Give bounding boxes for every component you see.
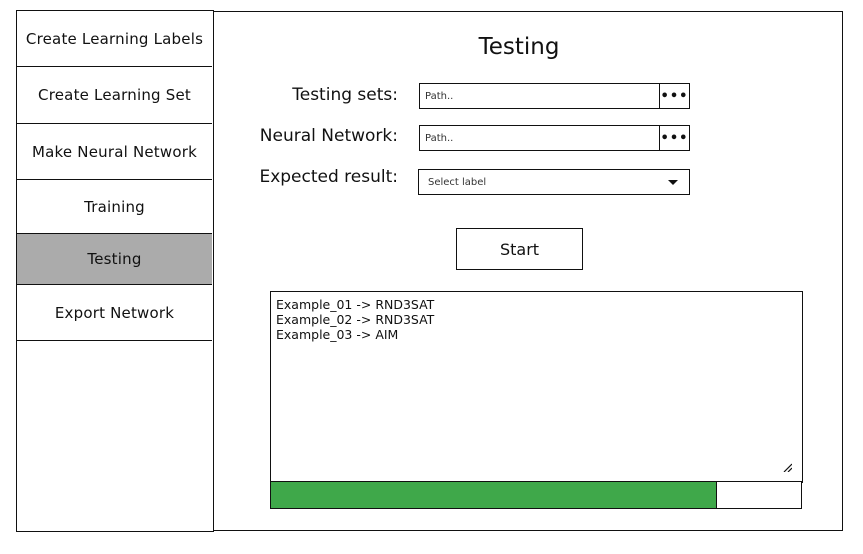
chevron-down-icon[interactable] xyxy=(668,179,678,185)
sidebar-item-make-neural-network[interactable]: Make Neural Network xyxy=(17,124,212,180)
sidebar-item-testing[interactable]: Testing xyxy=(17,234,212,285)
output-log[interactable]: Example_01 -> RND3SAT Example_02 -> RND3… xyxy=(270,291,803,483)
sidebar-item-create-learning-labels[interactable]: Create Learning Labels xyxy=(17,11,212,67)
sidebar-item-label: Training xyxy=(84,197,145,216)
testing-sets-label: Testing sets: xyxy=(292,85,398,105)
output-line: Example_01 -> RND3SAT xyxy=(276,297,435,312)
sidebar-item-export-network[interactable]: Export Network xyxy=(17,285,212,341)
sidebar-item-label: Create Learning Labels xyxy=(25,29,204,48)
sidebar: Create Learning Labels Create Learning S… xyxy=(16,10,214,532)
page-title: Testing xyxy=(478,34,560,60)
neural-network-field[interactable]: Path.. ••• xyxy=(419,125,690,151)
sidebar-item-create-learning-set[interactable]: Create Learning Set xyxy=(17,67,212,124)
resize-grip-icon[interactable] xyxy=(782,462,792,472)
sidebar-item-training[interactable]: Training xyxy=(17,180,212,234)
start-button[interactable]: Start xyxy=(456,228,583,270)
sidebar-item-label: Export Network xyxy=(54,303,175,322)
progress-bar xyxy=(270,481,802,509)
sidebar-item-label: Create Learning Set xyxy=(38,86,191,104)
testing-sets-value[interactable]: Path.. xyxy=(420,91,659,102)
progress-bar-fill xyxy=(271,482,718,508)
sidebar-item-label: Make Neural Network xyxy=(32,142,197,161)
output-line: Example_03 -> AIM xyxy=(276,327,399,342)
output-line: Example_02 -> RND3SAT xyxy=(276,312,435,327)
expected-result-selected: Select label xyxy=(428,176,487,188)
browse-testing-sets-button[interactable]: ••• xyxy=(659,84,689,108)
expected-result-select[interactable]: Select label xyxy=(418,169,690,195)
testing-sets-field[interactable]: Path.. ••• xyxy=(419,83,690,109)
sidebar-item-label: Testing xyxy=(87,250,142,268)
neural-network-value[interactable]: Path.. xyxy=(420,133,659,144)
neural-network-label: Neural Network: xyxy=(259,126,398,146)
expected-result-label: Expected result: xyxy=(259,167,398,187)
browse-neural-network-button[interactable]: ••• xyxy=(659,126,689,150)
